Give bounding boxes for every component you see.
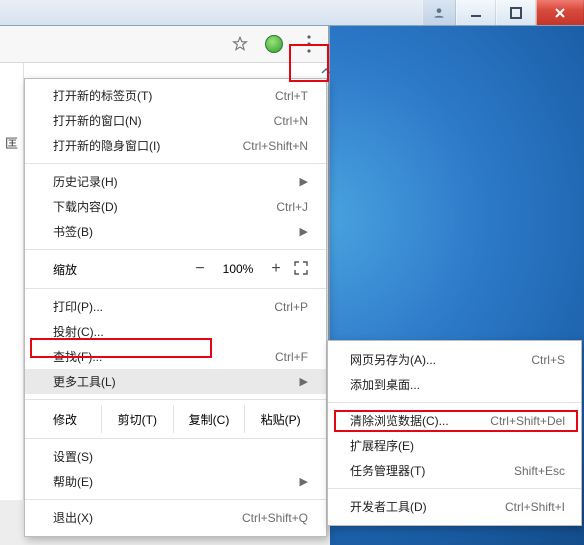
- menu-item-accel: Ctrl+Shift+I: [505, 500, 565, 514]
- menu-separator: [25, 163, 326, 164]
- menu-item-accel: Ctrl+Shift+N: [243, 139, 308, 153]
- menu-item-label: 扩展程序(E): [350, 437, 565, 454]
- menu-bookmarks[interactable]: 书签(B) ▶: [25, 219, 326, 244]
- menu-print[interactable]: 打印(P)... Ctrl+P: [25, 294, 326, 319]
- menu-item-label: 开发者工具(D): [350, 498, 495, 515]
- menu-item-accel: Shift+Esc: [514, 464, 565, 478]
- menu-item-label: 历史记录(H): [53, 173, 294, 190]
- edit-label: 修改: [53, 411, 101, 428]
- menu-item-label: 打开新的隐身窗口(I): [53, 137, 233, 154]
- menu-separator: [328, 402, 581, 403]
- close-button[interactable]: [536, 0, 584, 25]
- menu-item-accel: Ctrl+P: [274, 300, 308, 314]
- extension-globe-button[interactable]: [260, 30, 288, 58]
- copy-button[interactable]: 复制(C): [173, 405, 245, 433]
- page-left-glyph: 匡: [5, 136, 18, 151]
- menu-separator: [25, 438, 326, 439]
- minimize-button[interactable]: [456, 0, 496, 25]
- globe-icon: [265, 35, 283, 53]
- menu-item-label: 投射(C)...: [53, 323, 308, 340]
- menu-item-label: 帮助(E): [53, 473, 294, 490]
- menu-item-label: 打开新的标签页(T): [53, 87, 265, 104]
- fullscreen-button[interactable]: [290, 261, 312, 278]
- submenu-add-to-desktop[interactable]: 添加到桌面...: [328, 372, 581, 397]
- page-left-strip: 匡: [0, 63, 24, 545]
- menu-item-label: 查找(F)...: [53, 348, 265, 365]
- menu-item-label: 退出(X): [53, 509, 232, 526]
- menu-zoom-row: 缩放 − 100% +: [25, 255, 326, 283]
- paste-button[interactable]: 粘贴(P): [244, 405, 316, 433]
- chrome-menu-button[interactable]: [294, 29, 324, 59]
- maximize-button[interactable]: [496, 0, 536, 25]
- menu-item-label: 设置(S): [53, 448, 308, 465]
- menu-edit-row: 修改 剪切(T) 复制(C) 粘贴(P): [25, 405, 326, 433]
- zoom-value: 100%: [214, 262, 262, 276]
- menu-separator: [25, 288, 326, 289]
- menu-item-accel: Ctrl+N: [274, 114, 308, 128]
- menu-find[interactable]: 查找(F)... Ctrl+F: [25, 344, 326, 369]
- menu-item-label: 任务管理器(T): [350, 462, 504, 479]
- zoom-in-button[interactable]: +: [262, 260, 290, 278]
- menu-help[interactable]: 帮助(E) ▶: [25, 469, 326, 494]
- kebab-menu-icon: [307, 35, 311, 53]
- menu-new-tab[interactable]: 打开新的标签页(T) Ctrl+T: [25, 83, 326, 108]
- menu-item-label: 下载内容(D): [53, 198, 266, 215]
- menu-item-accel: Ctrl+F: [275, 350, 308, 364]
- submenu-developer-tools[interactable]: 开发者工具(D) Ctrl+Shift+I: [328, 494, 581, 519]
- submenu-extensions[interactable]: 扩展程序(E): [328, 433, 581, 458]
- menu-exit[interactable]: 退出(X) Ctrl+Shift+Q: [25, 505, 326, 530]
- menu-item-accel: Ctrl+T: [275, 89, 308, 103]
- chevron-right-icon: ▶: [300, 375, 308, 388]
- fullscreen-icon: [294, 261, 308, 275]
- menu-separator: [25, 249, 326, 250]
- menu-separator: [25, 499, 326, 500]
- chevron-right-icon: ▶: [300, 225, 308, 238]
- bookmark-star-button[interactable]: [226, 30, 254, 58]
- menu-settings[interactable]: 设置(S): [25, 444, 326, 469]
- minimize-icon: [470, 7, 482, 19]
- menu-item-accel: Ctrl+J: [276, 200, 308, 214]
- maximize-icon: [510, 7, 522, 19]
- menu-more-tools[interactable]: 更多工具(L) ▶: [25, 369, 326, 394]
- menu-item-accel: Ctrl+Shift+Q: [242, 511, 308, 525]
- zoom-out-button[interactable]: −: [186, 260, 214, 278]
- menu-separator: [328, 488, 581, 489]
- chevron-right-icon: ▶: [300, 475, 308, 488]
- submenu-task-manager[interactable]: 任务管理器(T) Shift+Esc: [328, 458, 581, 483]
- profile-button[interactable]: [422, 0, 456, 25]
- profile-icon: [432, 6, 446, 20]
- submenu-clear-browsing-data[interactable]: 清除浏览数据(C)... Ctrl+Shift+Del: [328, 408, 581, 433]
- menu-new-window[interactable]: 打开新的窗口(N) Ctrl+N: [25, 108, 326, 133]
- menu-item-label: 添加到桌面...: [350, 376, 565, 393]
- zoom-label: 缩放: [53, 261, 186, 278]
- menu-item-label: 打开新的窗口(N): [53, 112, 264, 129]
- star-icon: [231, 35, 249, 53]
- submenu-save-as[interactable]: 网页另存为(A)... Ctrl+S: [328, 347, 581, 372]
- menu-item-label: 更多工具(L): [53, 373, 294, 390]
- menu-item-label: 书签(B): [53, 223, 294, 240]
- more-tools-submenu: 网页另存为(A)... Ctrl+S 添加到桌面... 清除浏览数据(C)...…: [327, 340, 582, 526]
- scroll-up-arrow[interactable]: [320, 65, 332, 79]
- chrome-main-menu: 打开新的标签页(T) Ctrl+T 打开新的窗口(N) Ctrl+N 打开新的隐…: [24, 78, 327, 537]
- menu-new-incognito[interactable]: 打开新的隐身窗口(I) Ctrl+Shift+N: [25, 133, 326, 158]
- chevron-up-icon: [320, 65, 332, 77]
- cut-button[interactable]: 剪切(T): [101, 405, 173, 433]
- browser-toolbar: [0, 26, 328, 63]
- menu-history[interactable]: 历史记录(H) ▶: [25, 169, 326, 194]
- menu-item-label: 清除浏览数据(C)...: [350, 412, 480, 429]
- menu-separator: [25, 399, 326, 400]
- chevron-right-icon: ▶: [300, 175, 308, 188]
- menu-item-accel: Ctrl+Shift+Del: [490, 414, 565, 428]
- menu-item-label: 打印(P)...: [53, 298, 264, 315]
- window-titlebar: [0, 0, 584, 26]
- close-icon: [553, 6, 567, 20]
- menu-item-label: 网页另存为(A)...: [350, 351, 521, 368]
- menu-downloads[interactable]: 下载内容(D) Ctrl+J: [25, 194, 326, 219]
- menu-item-accel: Ctrl+S: [531, 353, 565, 367]
- menu-cast[interactable]: 投射(C)...: [25, 319, 326, 344]
